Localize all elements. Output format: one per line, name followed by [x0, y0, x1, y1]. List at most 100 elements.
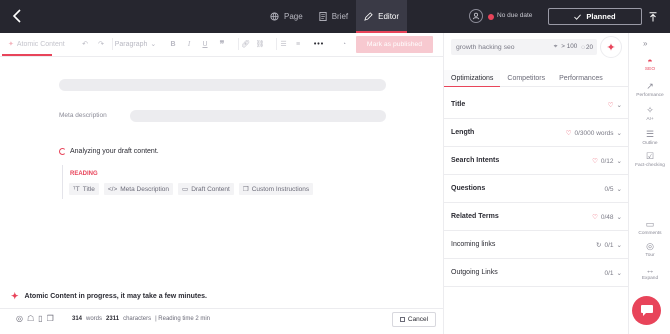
optimization-row-questions[interactable]: Questions 0/5 ⌄ — [444, 175, 629, 203]
editor-status-bar: ◎ ☖ ▯ ❐ 314 words 2311 characters | Read… — [0, 308, 443, 330]
row-value-text: 0/1 — [604, 269, 614, 277]
rail-item-label: Performance — [636, 93, 664, 98]
top-bar: Page Brief Editor No due date Planned — [0, 0, 670, 33]
link-icon[interactable]: 🔗︎ — [238, 38, 250, 50]
back-button[interactable] — [8, 7, 26, 25]
due-date-status-dot — [488, 14, 494, 20]
check-icon — [574, 14, 582, 20]
compass-icon: ◎ — [646, 241, 654, 251]
rail-item-ai[interactable]: ✧ AI+ — [629, 105, 670, 122]
cursor-icon: ⌖ — [553, 43, 558, 50]
copy-icon[interactable]: ❐ — [47, 314, 54, 323]
tab-page[interactable]: Page — [262, 0, 311, 33]
row-value: 0/1 ⌄ — [604, 269, 623, 278]
cancel-label: Cancel — [407, 316, 429, 323]
export-button[interactable] — [643, 8, 663, 25]
comment-icon: ▭ — [645, 219, 655, 229]
rail-item-label: Outline — [642, 141, 658, 146]
atomic-progress-message: ✦ Atomic Content in progress, it may tak… — [11, 291, 207, 302]
optimization-row-length[interactable]: Length ♡ 0/3000 words ⌄ — [444, 119, 629, 147]
editor-toolbar: ✦ Atomic Content ↶ ↷ Paragraph ⌄ B I U ❞… — [0, 33, 443, 57]
sparkle-icon: ✦ — [8, 41, 14, 48]
chevron-down-icon: ⌄ — [616, 158, 622, 165]
cancel-button[interactable]: Cancel — [392, 312, 436, 327]
italic-icon[interactable]: I — [184, 38, 194, 50]
chars-count: 2311 — [106, 316, 120, 322]
analyzing-text: Analyzing your draft content. — [70, 148, 159, 155]
warning-icon: ♡ — [565, 130, 572, 137]
rail-item-tour[interactable]: ◎ Tour — [629, 241, 670, 258]
row-value: ♡ 0/48 ⌄ — [592, 213, 622, 222]
optimization-row-search-intents[interactable]: Search Intents ♡ 0/12 ⌄ — [444, 147, 629, 175]
bold-icon[interactable]: B — [168, 38, 178, 50]
chat-fab-button[interactable] — [632, 296, 661, 325]
mark-as-published-button[interactable]: Mark as published — [356, 36, 433, 53]
chevron-down-icon: ⌄ — [616, 186, 622, 193]
rail-item-label: SEO — [644, 67, 656, 72]
rail-item-seo[interactable]: ◓ SEO — [629, 56, 670, 72]
chevron-down-icon: ⌄ — [616, 242, 622, 249]
paragraph-select[interactable]: Paragraph ⌄ — [112, 38, 158, 50]
square-icon — [399, 317, 405, 322]
optimization-row-title[interactable]: Title ♡ ⌄ — [444, 91, 629, 119]
tab-competitors[interactable]: Competitors — [500, 70, 552, 87]
keyword-field[interactable]: growth hacking seo ⌖ > 100 ◌ 20 — [451, 39, 597, 55]
underline-icon[interactable]: U — [200, 38, 210, 50]
undo-icon[interactable]: ↶ — [80, 38, 90, 50]
tab-optimizations[interactable]: Optimizations — [444, 70, 501, 87]
tab-performances[interactable]: Performances — [552, 70, 610, 87]
chip-label: Meta Description — [120, 185, 170, 193]
lightbulb-icon[interactable]: ◎ — [16, 314, 23, 323]
unlink-icon[interactable]: ⛓︎ — [254, 38, 266, 50]
collapse-panel-icon[interactable]: » — [643, 39, 647, 48]
reading-title: READING — [70, 171, 98, 177]
document-icon[interactable]: ▯ — [38, 314, 42, 323]
rail-item-label: Tour — [645, 253, 655, 258]
optimization-row-related-terms[interactable]: Related Terms ♡ 0/48 ⌄ — [444, 203, 629, 231]
due-date-label[interactable]: No due date — [497, 12, 532, 19]
seo-panel: growth hacking seo ⌖ > 100 ◌ 20 ✦ Optimi… — [443, 33, 629, 334]
rail-item-fact-checking[interactable]: ☑ Fact-checking — [629, 151, 670, 168]
optimization-row-incoming-links[interactable]: Incoming links ↻ 0/1 ⌄ — [444, 231, 629, 259]
meta-description-placeholder — [130, 110, 386, 122]
chat-icon — [640, 305, 653, 316]
atomic-progress-bar — [2, 54, 52, 56]
chip-custom-instructions: ❐ Custom Instructions — [238, 183, 314, 195]
rail-item-outline[interactable]: ☰ Outline — [629, 129, 670, 146]
row-value: ↻ 0/1 ⌄ — [596, 241, 622, 250]
chevron-down-icon: ⌄ — [616, 102, 622, 109]
atomic-content-button[interactable]: ✦ Atomic Content — [8, 33, 65, 55]
rail-item-performance[interactable]: ↗ Performance — [629, 81, 670, 98]
quote-icon[interactable]: ❞ — [216, 38, 228, 50]
more-options-icon[interactable]: ••• — [313, 38, 325, 50]
row-value-text: 0/5 — [604, 185, 614, 193]
status-planned-button[interactable]: Planned — [548, 8, 642, 25]
chevron-down-icon: ⌄ — [616, 130, 622, 137]
row-label: Incoming links — [451, 241, 496, 248]
reading-chips: ᵀT Title </> Meta Description ▭ Draft Co… — [69, 183, 314, 195]
bullet-list-icon[interactable]: ☰ — [276, 38, 288, 50]
warning-icon: ♡ — [592, 158, 598, 165]
view-tabs: Page Brief Editor — [262, 0, 408, 33]
optimization-row-outgoing-links[interactable]: Outgoing Links 0/1 ⌄ — [444, 259, 629, 287]
chevron-down-icon: ⌄ — [150, 41, 157, 48]
row-label: Search Intents — [451, 157, 500, 164]
assign-user-button[interactable] — [469, 9, 483, 23]
status-label: Planned — [586, 12, 616, 21]
row-value-text: 0/3000 words — [574, 129, 614, 137]
rail-item-label: AI+ — [646, 117, 654, 122]
add-keyword-button[interactable]: ✦ — [600, 36, 622, 58]
chip-label: Draft Content — [191, 185, 230, 193]
numbered-list-icon[interactable]: ≡ — [292, 38, 304, 50]
words-label: words — [86, 316, 103, 322]
rail-item-comments[interactable]: ▭ Comments — [629, 219, 670, 236]
document-icon: ▭ — [182, 186, 189, 193]
row-label: Questions — [451, 185, 486, 192]
tab-editor[interactable]: Editor — [356, 0, 408, 33]
redo-icon[interactable]: ↷ — [96, 38, 106, 50]
tab-brief[interactable]: Brief — [311, 0, 356, 33]
history-icon[interactable]: ◔ — [338, 38, 350, 50]
gauge-icon: ◓ — [647, 56, 653, 66]
bug-icon[interactable]: ☖ — [27, 314, 34, 323]
rail-item-expand[interactable]: ↔ Expand — [629, 265, 670, 281]
